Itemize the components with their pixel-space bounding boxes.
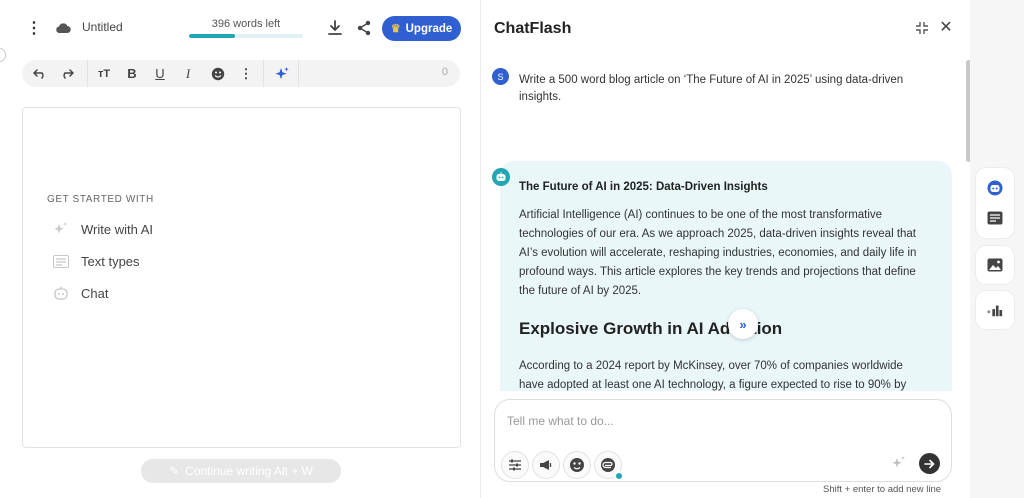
rail-chat-group	[976, 168, 1014, 238]
user-message-text: Write a 500 word blog article on ‘The Fu…	[519, 74, 904, 103]
close-icon[interactable]: ✕	[938, 19, 954, 36]
user-avatar: S	[492, 68, 509, 85]
editor-topbar: ⋮ Untitled 396 words left ♛ Upgrade	[0, 0, 480, 56]
words-progress-fill	[189, 34, 235, 38]
emoji-icon[interactable]	[208, 64, 228, 83]
write-with-ai-option[interactable]: Write with AI	[53, 221, 153, 237]
write-with-ai-label: Write with AI	[81, 221, 154, 237]
chatbot-icon[interactable]	[987, 180, 1003, 196]
rail-image-group	[976, 246, 1014, 284]
image-icon[interactable]	[987, 257, 1003, 273]
text-types-icon	[53, 253, 69, 269]
upgrade-button[interactable]: ♛ Upgrade	[382, 16, 461, 41]
collapse-icon[interactable]	[915, 21, 929, 35]
download-icon[interactable]	[326, 18, 344, 38]
text-size-icon[interactable]: тT	[94, 64, 114, 83]
text-types-label: Text types	[81, 253, 140, 269]
document-title[interactable]: Untitled	[82, 20, 123, 34]
bot-message-content: The Future of AI in 2025: Data-Driven In…	[519, 181, 929, 391]
bot-subheading: Explosive Growth in AI Adoption	[519, 319, 783, 338]
ai-sparkle-icon[interactable]	[272, 64, 292, 83]
chat-option[interactable]: Chat	[53, 285, 108, 301]
send-button[interactable]	[919, 453, 940, 474]
toolbar-divider	[87, 60, 88, 87]
bot-paragraph: Artificial Intelligence (AI) continues t…	[519, 209, 917, 297]
bot-message: The Future of AI in 2025: Data-Driven In…	[500, 161, 952, 391]
editor-panel: ⋮ Untitled 396 words left ♛ Upgrade тT B…	[0, 0, 480, 498]
bot-avatar-icon	[492, 168, 510, 186]
bold-button[interactable]: B	[122, 64, 142, 83]
continue-writing-button[interactable]: ✎ Continue writing Alt + W	[141, 459, 341, 483]
megaphone-icon[interactable]	[532, 451, 560, 479]
persona-icon[interactable]	[563, 451, 591, 479]
char-count: 0	[441, 66, 448, 78]
app-root: ⋮ Untitled 396 words left ♛ Upgrade тT B…	[0, 0, 1024, 498]
chat-panel: ChatFlash ✕ S Write a 500 word blog arti…	[480, 0, 971, 498]
chat-label: Chat	[81, 285, 109, 301]
scroll-down-button[interactable]: »	[728, 309, 758, 339]
upgrade-label: Upgrade	[405, 22, 453, 35]
get-started-title: GET STARTED WITH	[47, 194, 154, 205]
words-left-label: 396 words left	[211, 18, 281, 30]
sparkle-icon	[53, 221, 69, 237]
italic-button[interactable]: I	[178, 64, 198, 83]
share-icon[interactable]	[355, 18, 373, 38]
cloud-icon	[55, 20, 71, 36]
toolbar-divider	[298, 60, 299, 87]
chat-input[interactable]	[507, 414, 927, 428]
underline-button[interactable]: U	[150, 64, 170, 83]
text-types-option[interactable]: Text types	[53, 253, 140, 269]
bot-paragraph-2: According to a 2024 report by McKinsey, …	[519, 360, 907, 391]
analytics-icon[interactable]	[987, 302, 1003, 318]
kebab-menu-icon[interactable]: ⋮	[26, 18, 42, 38]
document-list-icon[interactable]	[987, 210, 1003, 226]
attachment-badge	[614, 471, 624, 481]
magic-wand-icon: ✎	[169, 464, 180, 478]
right-rail	[970, 0, 1024, 498]
undo-icon[interactable]	[30, 64, 50, 83]
crown-icon: ♛	[390, 23, 401, 35]
bot-heading: The Future of AI in 2025: Data-Driven In…	[519, 181, 768, 193]
toolbar-divider	[263, 60, 264, 87]
settings-sliders-icon[interactable]	[501, 451, 529, 479]
attachment-icon[interactable]	[594, 451, 624, 481]
redo-icon[interactable]	[57, 64, 77, 83]
input-hint: Shift + enter to add new line	[823, 484, 942, 495]
continue-writing-label: Continue writing Alt + W	[185, 464, 313, 478]
editor-canvas[interactable]: GET STARTED WITH Write with AI Text type…	[22, 107, 461, 448]
chat-bot-icon	[53, 285, 69, 301]
rail-analytics-group	[976, 291, 1014, 329]
ai-enhance-icon[interactable]	[890, 454, 908, 472]
chat-title: ChatFlash	[494, 20, 572, 37]
chat-input-box	[494, 399, 952, 482]
more-icon[interactable]: ⋮	[236, 64, 256, 83]
format-toolbar: тT B U I ⋮ 0	[22, 60, 460, 87]
words-progress-bar	[189, 34, 303, 38]
